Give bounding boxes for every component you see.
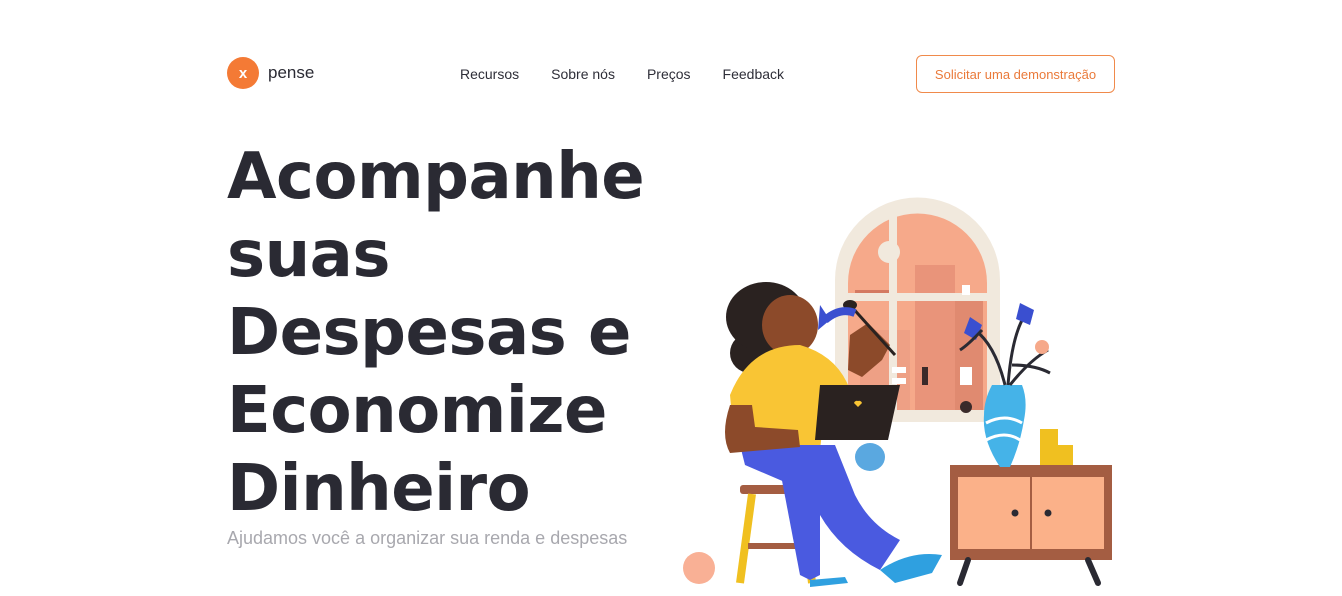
hero-title: Acompanhe suas Despesas e Economize Dinh… <box>227 138 645 528</box>
hero-illustration <box>670 195 1130 591</box>
nav-item-precos[interactable]: Preços <box>647 66 691 82</box>
hero-subtitle: Ajudamos você a organizar sua renda e de… <box>227 528 628 548</box>
hero-title-line: Acompanhe <box>227 140 645 214</box>
main-nav: Recursos Sobre nós Preços Feedback <box>460 55 784 93</box>
logo-text: pense <box>268 63 315 82</box>
hero-title-line: Dinheiro <box>227 452 531 526</box>
ball-illustration <box>683 552 715 584</box>
site-header: x pense Recursos Sobre nós Preços Feedba… <box>227 55 1115 93</box>
nav-item-recursos[interactable]: Recursos <box>460 66 519 82</box>
logo-mark-icon: x <box>227 57 259 89</box>
cabinet-illustration <box>950 465 1112 586</box>
woman-with-laptop-illustration <box>683 197 1112 587</box>
candle-illustration <box>1055 445 1073 465</box>
request-demo-button[interactable]: Solicitar uma demonstração <box>916 55 1115 93</box>
hero-title-line: Despesas e <box>227 296 631 370</box>
hero-title-line: Economize <box>227 374 607 448</box>
hero-title-line: suas <box>227 218 390 292</box>
logo[interactable]: x pense <box>227 57 314 89</box>
nav-item-feedback[interactable]: Feedback <box>723 66 784 82</box>
nav-item-sobre-nos[interactable]: Sobre nós <box>551 66 615 82</box>
